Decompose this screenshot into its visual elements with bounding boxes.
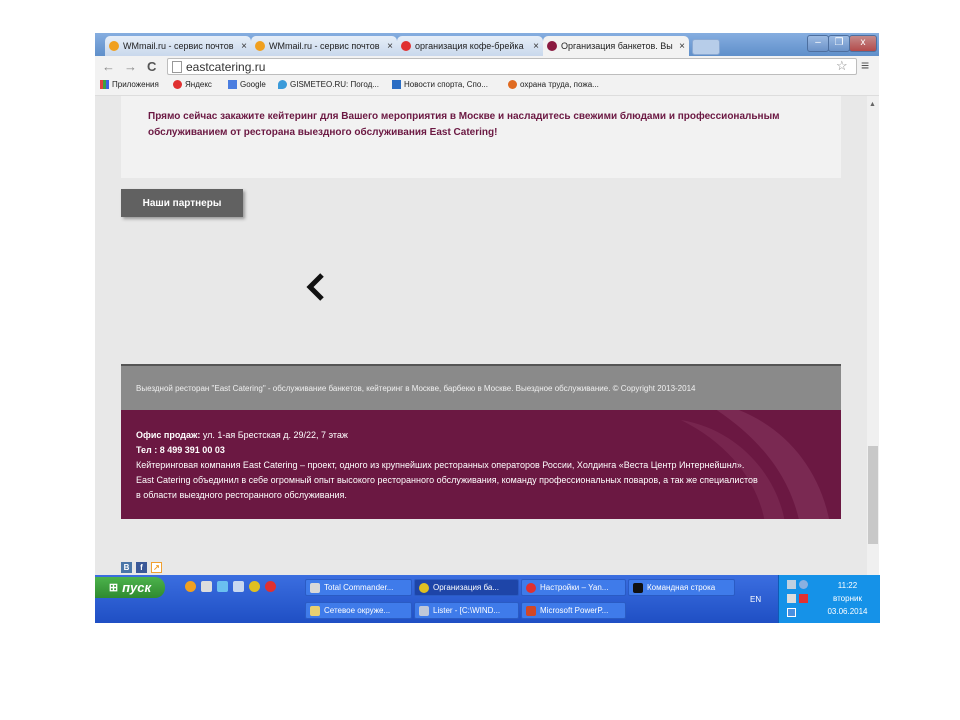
gismeteo-icon <box>278 80 287 89</box>
bookmark-gismeteo[interactable]: GISMETEO.RU: Погод... <box>278 80 379 89</box>
page-content: Прямо сейчас закажите кейтеринг для Ваше… <box>95 96 867 595</box>
title-bar: WMmail.ru - сервис почтов × WMmail.ru - … <box>95 33 879 56</box>
tab-banquets[interactable]: Организация банкетов. Вы × <box>543 36 689 56</box>
promo-text: Прямо сейчас закажите кейтеринг для Ваше… <box>148 111 780 138</box>
share-icon[interactable]: ↗ <box>151 562 162 573</box>
windows-logo-icon: ⊞ <box>108 582 119 594</box>
taskbar-totalcmd[interactable]: Total Commander... <box>305 579 412 596</box>
close-icon[interactable]: × <box>533 41 539 52</box>
about-line-1: Кейтеринговая компания East Catering – п… <box>136 460 745 470</box>
page-icon <box>172 61 182 73</box>
back-button[interactable]: ← <box>102 59 115 74</box>
quicklaunch-browser-icon[interactable] <box>185 581 196 592</box>
yandex-icon <box>401 41 411 51</box>
minimize-button[interactable]: – <box>807 35 829 52</box>
yandex-icon <box>173 80 182 89</box>
tab-coffee-break[interactable]: организация кофе-брейка × <box>397 36 543 56</box>
about-line-2: East Catering объединил в себе огромный … <box>136 475 758 485</box>
tray-flag-icon[interactable] <box>799 594 808 603</box>
taskbar-lister[interactable]: Lister - [C:\WIND... <box>414 602 519 619</box>
bookmark-google[interactable]: Google <box>228 80 266 89</box>
about-line-3: в области выездного ресторанного обслужи… <box>136 490 347 500</box>
bookmark-sports[interactable]: Новости спорта, Спо... <box>392 80 488 89</box>
vertical-scroll-thumb[interactable] <box>868 446 878 544</box>
language-indicator[interactable]: EN <box>750 595 761 604</box>
tray-monitor-icon[interactable] <box>787 608 796 617</box>
tray-network-icon[interactable] <box>787 580 796 589</box>
footer-copyright: Выездной ресторан "East Catering" - обсл… <box>121 364 841 410</box>
office-address: ул. 1-ая Брестская д. 29/22, 7 этаж <box>200 430 348 440</box>
quicklaunch-calendar-icon[interactable] <box>201 581 212 592</box>
vertical-scrollbar[interactable]: ▲ ▼ <box>867 96 879 595</box>
browser-window: WMmail.ru - сервис почтов × WMmail.ru - … <box>95 33 879 623</box>
taskbar-cmd[interactable]: Командная строка <box>628 579 735 596</box>
clock[interactable]: 11:22 вторник 03.06.2014 <box>820 579 875 618</box>
sports-icon <box>392 80 401 89</box>
office-label: Офис продаж: <box>136 430 201 440</box>
tray-volume-icon[interactable] <box>787 594 796 603</box>
tab-wmmail-2[interactable]: WMmail.ru - сервис почтов × <box>251 36 397 56</box>
bookmarks-bar: Приложения Яндекс Google GISMETEO.RU: По… <box>95 78 879 96</box>
address-text: eastcatering.ru <box>186 60 266 74</box>
footer-contacts: Офис продаж: ул. 1-ая Брестская д. 29/22… <box>121 410 841 519</box>
google-icon <box>228 80 237 89</box>
menu-icon[interactable]: ≡ <box>861 57 869 73</box>
bookmark-star-icon[interactable]: ☆ <box>836 58 848 74</box>
taskbar-yandex-settings[interactable]: Настройки – Yan... <box>521 579 626 596</box>
quicklaunch-desktop-icon[interactable] <box>233 581 244 592</box>
scroll-up-icon[interactable]: ▲ <box>869 101 876 108</box>
social-links: В f ↗ <box>121 562 162 573</box>
chevron-left-icon <box>306 273 324 301</box>
browser-toolbar: ← → C eastcatering.ru ☆ ≡ <box>95 56 879 78</box>
apps-icon <box>100 80 109 89</box>
lister-icon <box>419 605 429 616</box>
bookmark-apps[interactable]: Приложения <box>100 80 159 89</box>
taskbar-powerpoint[interactable]: Microsoft PowerP... <box>521 602 626 619</box>
powerpoint-icon <box>526 605 536 616</box>
safety-icon <box>508 80 517 89</box>
close-icon[interactable]: × <box>679 41 685 52</box>
office-line: Офис продаж: ул. 1-ая Брестская д. 29/22… <box>136 428 826 443</box>
new-tab-button[interactable] <box>692 39 720 55</box>
eastcatering-icon <box>547 41 557 51</box>
partners-button[interactable]: Наши партнеры <box>121 189 243 217</box>
bookmark-yandex[interactable]: Яндекс <box>173 80 212 89</box>
quicklaunch-yandex-icon[interactable] <box>265 581 276 592</box>
taskbar-chrome[interactable]: Организация ба... <box>414 579 519 596</box>
taskbar-network[interactable]: Сетевое окруже... <box>305 602 412 619</box>
phone: Тел : 8 499 391 00 03 <box>136 445 225 455</box>
start-label: пуск <box>122 580 152 595</box>
bookmark-safety[interactable]: охрана труда, пожа... <box>508 80 599 89</box>
tab-wmmail-1[interactable]: WMmail.ru - сервис почтов × <box>105 36 251 56</box>
close-window-button[interactable]: x <box>849 35 877 52</box>
facebook-icon[interactable]: f <box>136 562 147 573</box>
network-icon <box>310 605 320 616</box>
quicklaunch-ie-icon[interactable] <box>217 581 228 592</box>
tray-update-icon[interactable] <box>799 580 808 589</box>
forward-button[interactable]: → <box>124 59 137 74</box>
clock-date: 03.06.2014 <box>827 607 868 616</box>
address-bar[interactable]: eastcatering.ru <box>167 58 857 75</box>
clock-time: 11:22 <box>837 581 858 590</box>
start-button[interactable]: ⊞ пуск <box>95 577 165 598</box>
quick-launch <box>185 581 276 592</box>
restore-button[interactable]: ❐ <box>828 35 850 52</box>
carousel-prev-button[interactable] <box>305 272 327 307</box>
wmmail-icon <box>255 41 265 51</box>
taskbar: ⊞ пуск Total Commander... Организация ба… <box>95 575 880 623</box>
close-icon[interactable]: × <box>387 41 393 52</box>
vk-icon[interactable]: В <box>121 562 132 573</box>
chrome-icon <box>419 582 429 593</box>
promo-block: Прямо сейчас закажите кейтеринг для Ваше… <box>121 96 841 178</box>
clock-weekday: вторник <box>833 594 862 603</box>
totalcmd-icon <box>310 582 320 593</box>
yandex-browser-icon <box>526 582 536 593</box>
quicklaunch-chrome-icon[interactable] <box>249 581 260 592</box>
wmmail-icon <box>109 41 119 51</box>
cmd-icon <box>633 582 643 593</box>
reload-button[interactable]: C <box>147 59 156 74</box>
close-icon[interactable]: × <box>241 41 247 52</box>
